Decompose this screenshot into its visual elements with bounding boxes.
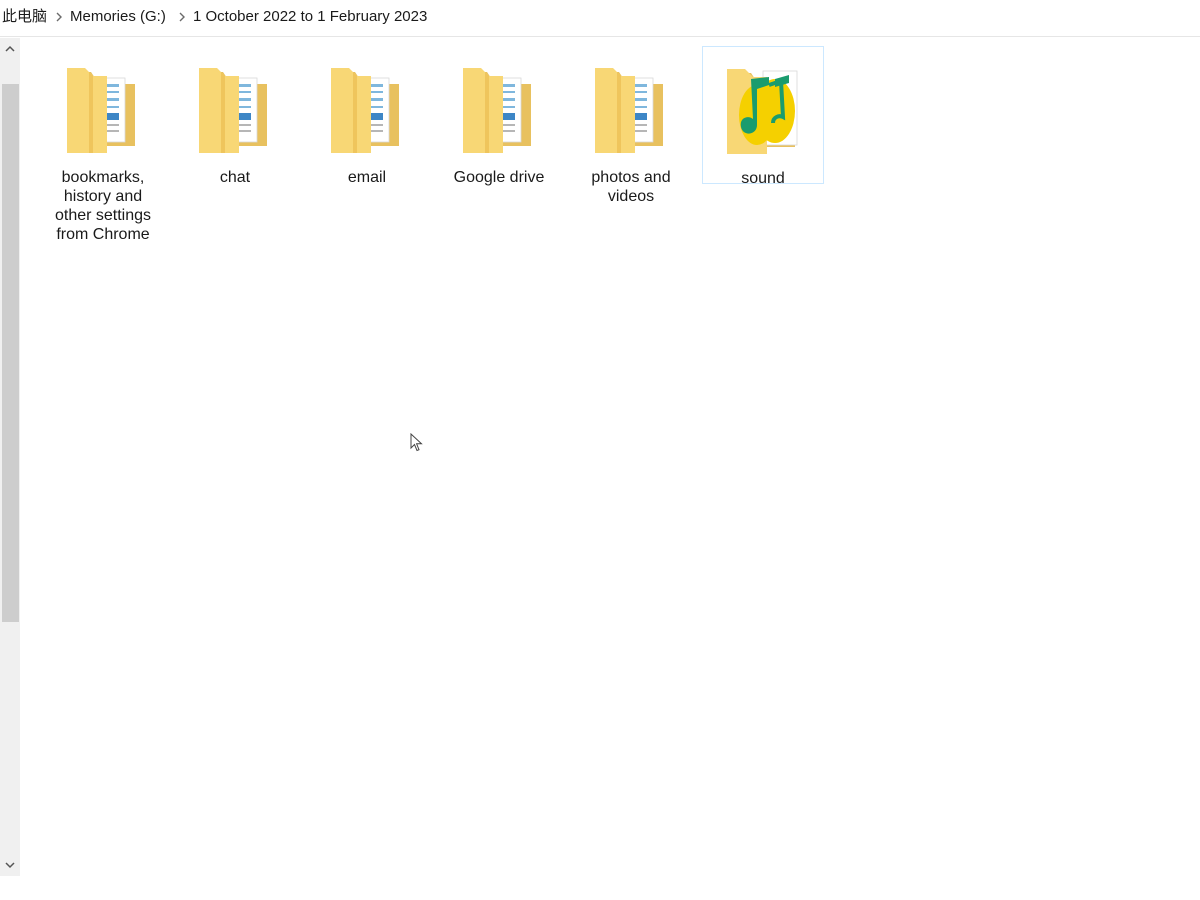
chevron-up-icon[interactable] [0, 40, 20, 58]
vertical-scrollbar[interactable] [0, 38, 20, 876]
chevron-right-icon[interactable] [54, 12, 64, 22]
chevron-down-icon[interactable] [0, 856, 20, 874]
folder-item[interactable]: chat [174, 46, 296, 187]
folder-label: photos and videos [591, 169, 671, 205]
folder-label: bookmarks, history and other settings fr… [54, 169, 152, 243]
folder-label: Google drive [453, 169, 545, 186]
folder-icon [67, 68, 135, 153]
breadcrumb-current-folder[interactable]: 1 October 2022 to 1 February 2023 [193, 8, 427, 26]
folder-icon [331, 68, 399, 153]
folder-icon [463, 68, 531, 153]
folder-item[interactable]: bookmarks, history and other settings fr… [42, 46, 164, 244]
music-folder-icon [727, 69, 798, 154]
folder-label: email [347, 169, 387, 186]
address-bar[interactable]: 此电脑 Memories (G:) 1 October 2022 to 1 Fe… [0, 0, 1200, 37]
scrollbar-thumb[interactable] [2, 84, 19, 622]
breadcrumb-drive[interactable]: Memories (G:) [70, 8, 166, 26]
folder-item[interactable]: photos and videos [570, 46, 692, 206]
folder-label: chat [219, 169, 251, 186]
breadcrumb-this-pc[interactable]: 此电脑 [2, 8, 47, 26]
folder-item[interactable]: email [306, 46, 428, 187]
folder-item[interactable]: Google drive [438, 46, 560, 187]
folder-item-selected[interactable]: sound [702, 46, 824, 187]
folder-icon [199, 68, 267, 153]
folder-label: sound [741, 170, 785, 187]
folder-icon [595, 68, 663, 153]
mouse-cursor-icon [410, 433, 423, 452]
chevron-right-icon[interactable] [177, 12, 187, 22]
